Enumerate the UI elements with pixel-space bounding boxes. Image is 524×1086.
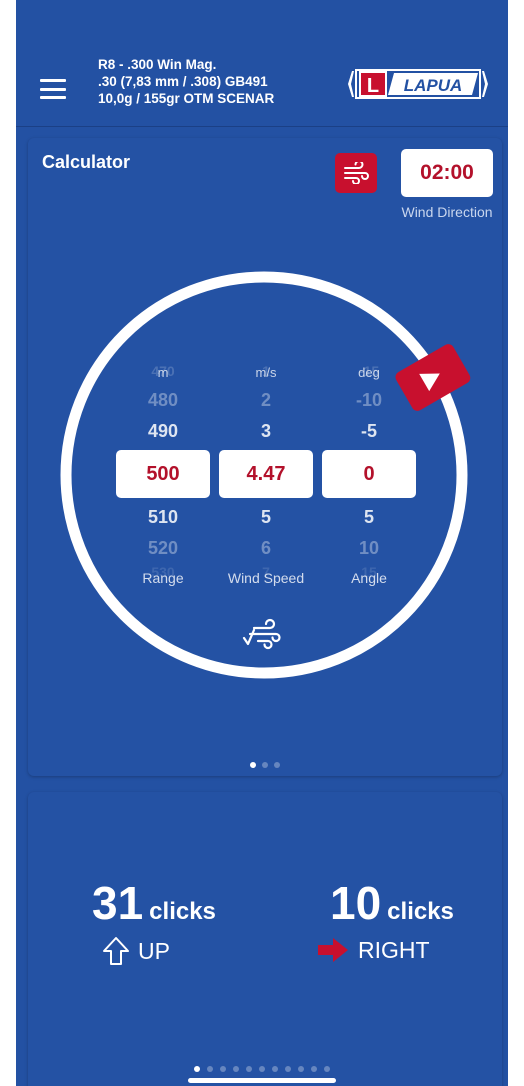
- pager-dot[interactable]: [285, 1066, 291, 1072]
- app-header: R8 - .300 Win Mag. .30 (7,83 mm / .308) …: [16, 44, 508, 127]
- picker-option[interactable]: 6: [219, 538, 313, 559]
- picker-option[interactable]: 510: [116, 507, 210, 528]
- vertical-result: 31 clicks UP: [92, 876, 216, 966]
- ammo-line-bullet: .30 (7,83 mm / .308) GB491: [98, 74, 268, 89]
- pager-dot[interactable]: [324, 1066, 330, 1072]
- picker-option[interactable]: 490: [116, 421, 210, 442]
- wind-check-icon[interactable]: [240, 616, 288, 652]
- arrow-right-icon: [318, 938, 348, 962]
- picker-selected-value[interactable]: 500: [116, 450, 210, 498]
- picker-option[interactable]: 480: [116, 390, 210, 411]
- picker-option[interactable]: -15: [322, 363, 416, 379]
- pager-dot[interactable]: [311, 1066, 317, 1072]
- picker-option[interactable]: 3: [219, 421, 313, 442]
- pager-dot[interactable]: [194, 1066, 200, 1072]
- picker-option[interactable]: -10: [322, 390, 416, 411]
- page-dot[interactable]: [274, 762, 280, 768]
- vertical-direction: UP: [138, 937, 170, 964]
- pager-dot[interactable]: [207, 1066, 213, 1072]
- vertical-clicks-value: 31: [92, 877, 144, 929]
- picker-option[interactable]: 520: [116, 538, 210, 559]
- picker-label: Range: [142, 570, 184, 586]
- home-indicator: [188, 1078, 336, 1083]
- result-card: 31 clicks UP 10 clicks RIGHT: [28, 792, 502, 1086]
- picker-option[interactable]: 5: [322, 507, 416, 528]
- picker-label: Angle: [351, 570, 387, 586]
- pager-dot[interactable]: [246, 1066, 252, 1072]
- horizontal-direction: RIGHT: [358, 936, 430, 963]
- picker-option[interactable]: 10: [322, 538, 416, 559]
- picker-option[interactable]: 2: [219, 390, 313, 411]
- picker-option[interactable]: 1: [219, 363, 313, 379]
- picker-label: Wind Speed: [227, 570, 305, 586]
- menu-icon[interactable]: [40, 79, 66, 99]
- calculator-card: Calculator 02:00 Wind Direction m 470 480 4…: [28, 138, 502, 776]
- pager-dot[interactable]: [298, 1066, 304, 1072]
- page-dot[interactable]: [250, 762, 256, 768]
- pager-dot[interactable]: [272, 1066, 278, 1072]
- pager-dot[interactable]: [220, 1066, 226, 1072]
- lapua-logo: L LAPUA: [348, 66, 488, 102]
- picker-option[interactable]: -5: [322, 421, 416, 442]
- arrow-up-icon: [103, 937, 129, 965]
- logo-text: LAPUA: [404, 76, 463, 95]
- ammo-line-weight: 10,0g / 155gr OTM SCENAR: [98, 91, 275, 106]
- vertical-clicks-word: clicks: [149, 898, 216, 925]
- ammo-info[interactable]: R8 - .300 Win Mag. .30 (7,83 mm / .308) …: [98, 56, 274, 107]
- picker-option[interactable]: 5: [219, 507, 313, 528]
- picker-selected-value[interactable]: 4.47: [219, 450, 313, 498]
- pager-dot[interactable]: [259, 1066, 265, 1072]
- horizontal-clicks-value: 10: [330, 877, 382, 929]
- horizontal-clicks-word: clicks: [387, 898, 454, 925]
- ammo-line-caliber: R8 - .300 Win Mag.: [98, 57, 217, 72]
- logo-letter: L: [367, 75, 379, 97]
- calculator-page-dots: [28, 762, 502, 768]
- result-page-dots: [16, 1066, 508, 1072]
- horizontal-result: 10 clicks RIGHT: [318, 876, 454, 964]
- picker-option[interactable]: 470: [116, 363, 210, 379]
- pager-dot[interactable]: [233, 1066, 239, 1072]
- picker-selected-value[interactable]: 0: [322, 450, 416, 498]
- app-screen: R8 - .300 Win Mag. .30 (7,83 mm / .308) …: [16, 0, 508, 1086]
- page-dot[interactable]: [262, 762, 268, 768]
